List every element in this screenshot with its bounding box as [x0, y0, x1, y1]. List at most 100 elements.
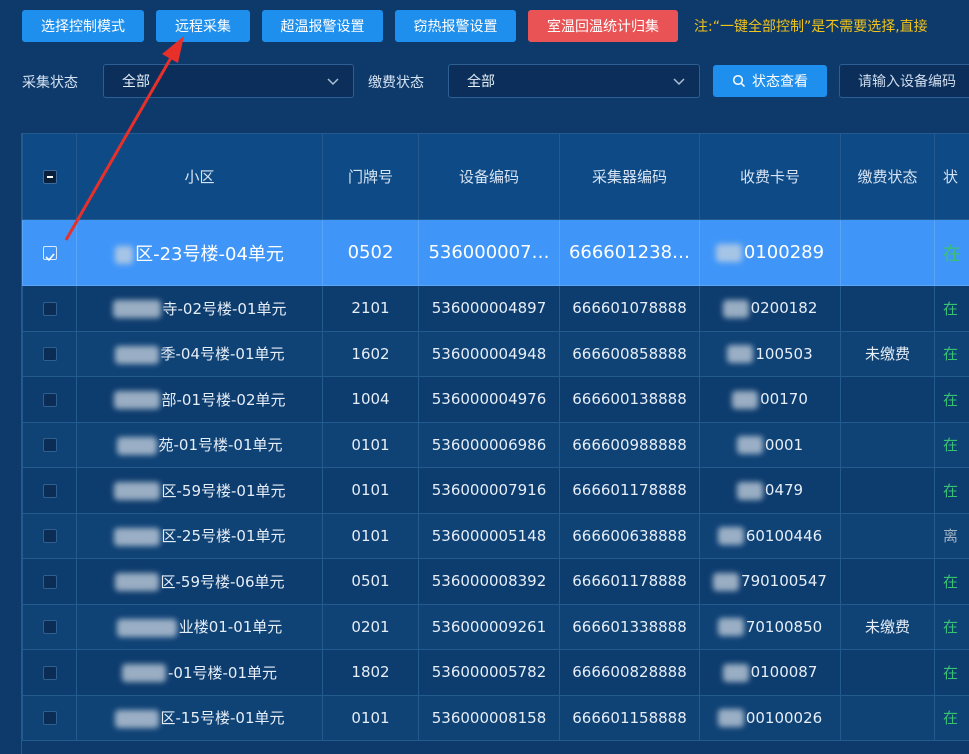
cell-device: 536000004976	[418, 376, 560, 423]
cell-checkbox[interactable]	[22, 558, 77, 605]
cell-checkbox[interactable]	[22, 421, 77, 468]
status-view-button[interactable]: 状态查看	[713, 65, 827, 97]
cell-pay: 未缴费	[840, 330, 935, 377]
card-text: 0200182	[750, 299, 818, 317]
cell-checkbox[interactable]	[22, 694, 77, 741]
row-checkbox[interactable]	[42, 392, 57, 407]
table-row[interactable]: 区-15号楼-01单元 0101 536000008158 666601158888 0…	[22, 694, 969, 741]
table-row[interactable]: 苑-01号楼-01单元 0101 536000006986 666600988888 0…	[22, 421, 969, 468]
select-all-checkbox[interactable]	[42, 170, 57, 184]
select-control-mode-button[interactable]: 选择控制模式	[22, 10, 144, 42]
cell-checkbox[interactable]	[22, 219, 77, 286]
collector-text: 666600858888	[572, 344, 687, 363]
table-row[interactable]: 寺-02号楼-01单元 2101 536000004897 666601078888 0…	[22, 285, 969, 332]
cell-door: 1004	[322, 376, 419, 423]
row-checkbox[interactable]	[42, 665, 57, 680]
community-text: 部-01号楼-02单元	[161, 390, 286, 409]
cell-device: 536000004948	[418, 330, 560, 377]
redacted-blur	[115, 245, 134, 264]
cell-checkbox[interactable]	[22, 285, 77, 332]
heat-theft-alarm-button[interactable]: 窃热报警设置	[395, 10, 516, 42]
table-row[interactable]: 区-23号楼-04单元 0502 536000007… 666601238… 01002…	[22, 219, 969, 286]
door-text: 0101	[351, 435, 390, 454]
collector-text: 666600828888	[572, 663, 687, 682]
redacted-blur	[715, 244, 742, 262]
status-text: 在	[943, 481, 959, 500]
device-text: 536000004897	[431, 299, 547, 318]
row-checkbox[interactable]	[42, 347, 57, 362]
redacted-blur	[122, 664, 166, 683]
select-all-cell[interactable]	[22, 133, 77, 220]
table-row[interactable]: 区-25号楼-01单元 0101 536000005148 666600638888 6…	[22, 512, 969, 559]
row-checkbox[interactable]	[42, 711, 57, 726]
row-checkbox[interactable]	[42, 483, 57, 498]
table-row[interactable]: 业楼01-01单元 0201 536000009261 666601338888 701…	[22, 603, 969, 650]
table-row[interactable]: 区-59号楼-01单元 0101 536000007916 666601178888 0…	[22, 467, 969, 514]
community-text: 区-59号楼-06单元	[160, 572, 285, 591]
cell-checkbox[interactable]	[22, 649, 77, 696]
cell-community: 苑-01号楼-01单元	[76, 421, 323, 468]
collect-status-select[interactable]: 全部	[103, 64, 354, 98]
cell-status: 在	[934, 330, 969, 377]
redacted-blur	[114, 709, 159, 728]
col-door: 门牌号	[322, 133, 419, 220]
redacted-blur	[713, 572, 740, 591]
remote-collect-button[interactable]: 远程采集	[156, 10, 250, 42]
collect-status-value: 全部	[122, 74, 150, 90]
cell-door: 0101	[322, 421, 419, 468]
cell-pay	[840, 512, 935, 559]
redacted-blur	[116, 618, 177, 637]
row-checkbox[interactable]	[42, 620, 57, 635]
table-row[interactable]: -01号楼-01单元 1802 536000005782 666600828888 01…	[22, 649, 969, 696]
cell-checkbox[interactable]	[22, 376, 77, 423]
cell-collector: 666600988888	[559, 421, 700, 468]
cell-door: 0101	[322, 467, 419, 514]
row-checkbox[interactable]	[42, 301, 57, 316]
table-row[interactable]: 季-04号楼-01单元 1602 536000004948 666600858888 1…	[22, 330, 969, 377]
device-text: 536000005782	[431, 663, 547, 682]
collector-text: 666601178888	[572, 481, 687, 500]
community-text: 区-15号楼-01单元	[160, 709, 285, 728]
room-temp-stat-button[interactable]: 室温回温统计归集	[528, 10, 678, 42]
row-checkbox[interactable]	[42, 438, 57, 453]
redacted-blur	[722, 663, 749, 682]
row-checkbox[interactable]	[42, 529, 57, 544]
cell-status: 离	[934, 512, 969, 559]
over-temp-alarm-button[interactable]: 超温报警设置	[262, 10, 383, 42]
chevron-down-icon	[673, 78, 685, 86]
check-icon	[44, 253, 55, 262]
card-text: 0100289	[743, 242, 825, 263]
community-text: 区-23号楼-04单元	[135, 243, 284, 265]
status-text: 离	[943, 527, 959, 546]
table-row[interactable]: 区-59号楼-06单元 0501 536000008392 666601178888 7…	[22, 558, 969, 605]
cell-checkbox[interactable]	[22, 603, 77, 650]
cell-checkbox[interactable]	[22, 467, 77, 514]
cell-door: 2101	[322, 285, 419, 332]
redacted-blur	[114, 573, 159, 592]
redacted-blur	[732, 390, 759, 409]
cell-checkbox[interactable]	[22, 330, 77, 377]
redacted-blur	[113, 482, 160, 501]
pay-status-select[interactable]: 全部	[448, 64, 700, 98]
table-row[interactable]: 部-01号楼-02单元 1004 536000004976 666600138888 0…	[22, 376, 969, 423]
cell-card: 790100547	[699, 558, 841, 605]
row-checkbox[interactable]	[42, 246, 57, 262]
door-text: 0101	[351, 481, 390, 500]
device-code-input[interactable]: 请输入设备编码	[839, 64, 969, 98]
cell-door: 0201	[322, 603, 419, 650]
cell-community: 寺-02号楼-01单元	[76, 285, 323, 332]
community-text: -01号楼-01单元	[168, 663, 277, 682]
card-text: 790100547	[741, 572, 827, 590]
cell-community: 部-01号楼-02单元	[76, 376, 323, 423]
cell-community: 区-59号楼-01单元	[76, 467, 323, 514]
cell-device: 536000007…	[418, 219, 560, 286]
card-text: 0001	[764, 435, 804, 454]
cell-checkbox[interactable]	[22, 512, 77, 559]
collector-text: 666601178888	[572, 572, 687, 591]
cell-status: 在	[934, 376, 969, 423]
card-text: 70100850	[745, 617, 823, 636]
cell-status: 在	[934, 285, 969, 332]
cell-status: 在	[934, 558, 969, 605]
cell-pay	[840, 558, 935, 605]
row-checkbox[interactable]	[42, 574, 57, 589]
